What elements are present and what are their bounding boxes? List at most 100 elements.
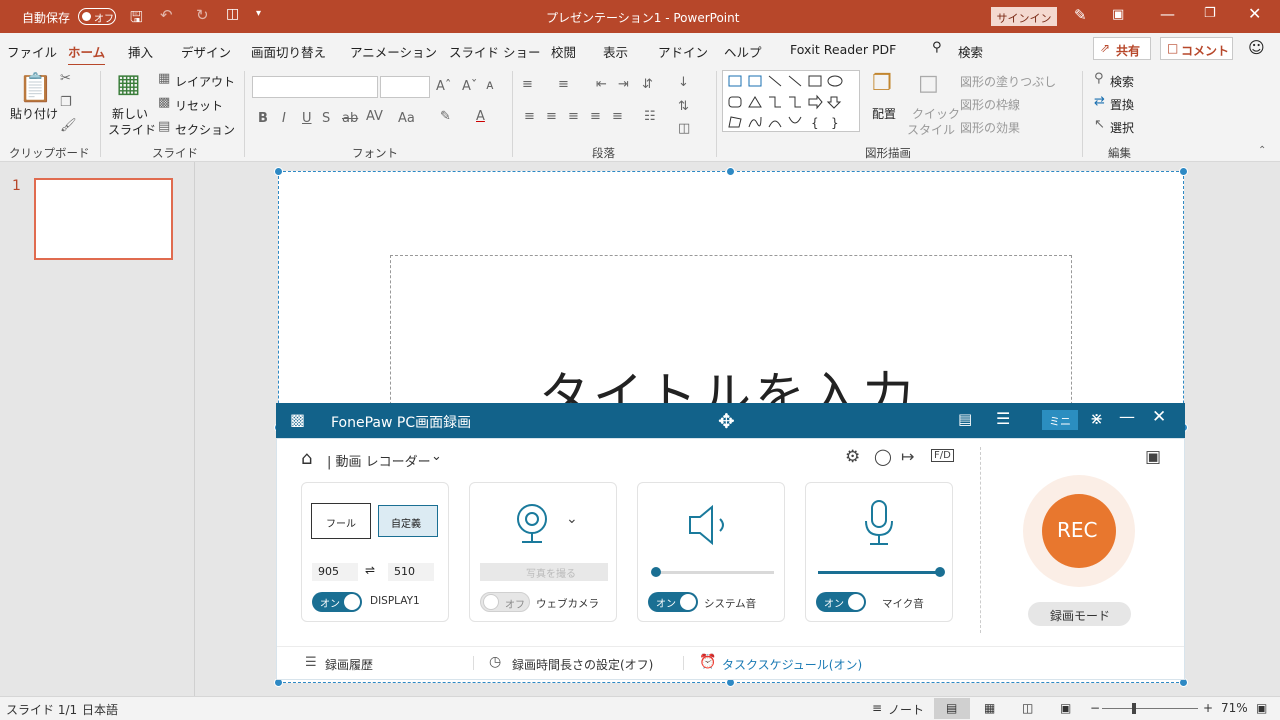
highlight-icon[interactable]: ✎ xyxy=(440,109,451,124)
columns-icon[interactable]: ☷ xyxy=(644,109,656,124)
zoom-level[interactable]: 71% xyxy=(1221,701,1248,715)
redo-icon[interactable]: ↻ xyxy=(196,6,209,24)
resize-handle[interactable] xyxy=(726,167,735,176)
replace-button[interactable]: 置換 xyxy=(1110,96,1134,113)
tab-insert[interactable]: 挿入 xyxy=(128,42,153,61)
search-icon[interactable]: ⚲ xyxy=(932,40,942,55)
photo-button[interactable]: 写真を撮る xyxy=(480,563,608,581)
grow-font-icon[interactable]: Aˆ xyxy=(436,79,451,94)
zoom-out-icon[interactable]: − xyxy=(1090,701,1100,715)
width-input[interactable]: 905 xyxy=(312,563,358,581)
shape-effect-button[interactable]: 図形の効果 xyxy=(960,119,1020,136)
minimize-icon[interactable]: — xyxy=(1160,5,1175,23)
change-case-icon[interactable]: Aa xyxy=(398,111,415,126)
tab-home[interactable]: ホーム xyxy=(68,42,106,67)
system-volume-slider[interactable] xyxy=(650,567,774,577)
shape-outline-button[interactable]: 図形の枠線 xyxy=(960,96,1020,113)
customize-qat-icon[interactable]: ▾ xyxy=(256,8,261,19)
shadow-icon[interactable]: S xyxy=(322,111,330,126)
paste-icon[interactable]: 📋 xyxy=(18,71,53,104)
home-icon[interactable]: ⌂ xyxy=(301,448,312,469)
slide-thumbnail[interactable] xyxy=(34,178,173,260)
find-button[interactable]: 検索 xyxy=(1110,73,1134,90)
ribbon-display-icon[interactable]: ▣ xyxy=(1112,7,1124,22)
comment-button[interactable]: □ コメント xyxy=(1160,37,1233,60)
underline-icon[interactable]: U xyxy=(302,111,312,126)
language[interactable]: 日本語 xyxy=(82,701,118,718)
gear-icon[interactable]: ⚙ xyxy=(845,447,860,467)
mini-button[interactable]: ミニ xyxy=(1042,410,1078,430)
increase-indent-icon[interactable]: ⇥ xyxy=(618,77,629,92)
distribute-icon[interactable]: ≡ xyxy=(612,109,623,124)
format-painter-icon[interactable]: 🖌 xyxy=(60,118,77,133)
mouse-icon[interactable]: ◯ xyxy=(874,447,892,466)
height-input[interactable]: 510 xyxy=(388,563,434,581)
align-center-icon[interactable]: ≡ xyxy=(546,109,557,124)
slider-thumb[interactable] xyxy=(935,567,945,577)
recorder-mode-label[interactable]: | 動画 レコーダー xyxy=(327,451,431,470)
export-icon[interactable]: ↦ xyxy=(901,447,914,466)
display-toggle[interactable]: オン xyxy=(312,592,362,612)
strikethrough-icon[interactable]: ab xyxy=(342,111,358,126)
new-slide-label-2[interactable]: スライド xyxy=(108,121,156,138)
font-name-dropdown[interactable] xyxy=(252,76,378,98)
justify-icon[interactable]: ≡ xyxy=(590,109,601,124)
mic-volume-slider[interactable] xyxy=(818,567,945,577)
arrange-button[interactable]: 配置 xyxy=(872,105,896,122)
paste-button[interactable]: 貼り付け xyxy=(10,105,58,122)
full-button[interactable]: フール xyxy=(311,503,371,539)
schedule-link[interactable]: タスクスケジュール(オン) xyxy=(722,656,862,673)
align-left-icon[interactable]: ≡ xyxy=(524,109,535,124)
pin-icon[interactable]: ⋇ xyxy=(1090,409,1103,428)
shrink-font-icon[interactable]: Aˇ xyxy=(462,79,477,94)
bullets-icon[interactable]: ≡ xyxy=(522,77,533,92)
spacing-icon[interactable]: AV xyxy=(366,109,383,124)
align-right-icon[interactable]: ≡ xyxy=(568,109,579,124)
display-select[interactable]: DISPLAY1 xyxy=(370,595,420,607)
rec-mode-button[interactable]: 録画モード xyxy=(1028,602,1131,626)
custom-button[interactable]: 自定義 xyxy=(378,505,438,537)
copy-icon[interactable]: ❐ xyxy=(60,95,72,110)
smiley-icon[interactable]: ☺ xyxy=(1248,38,1265,57)
pen-icon[interactable]: ✎ xyxy=(1074,6,1087,24)
quick-style-label-1[interactable]: クイック xyxy=(912,105,960,122)
font-color-icon[interactable]: A xyxy=(476,109,485,124)
search-label[interactable]: 検索 xyxy=(958,42,983,61)
smartart-icon[interactable]: ◫ xyxy=(678,121,690,136)
close-icon[interactable]: ✕ xyxy=(1152,407,1166,427)
bold-icon[interactable]: B xyxy=(258,111,268,126)
tab-transitions[interactable]: 画面切り替え xyxy=(251,42,326,61)
tab-review[interactable]: 校閲 xyxy=(551,42,576,61)
link-icon[interactable]: ⇌ xyxy=(365,563,375,577)
chat-icon[interactable]: ▤ xyxy=(958,410,972,428)
undo-icon[interactable]: ↶ xyxy=(160,6,173,24)
quick-style-label-2[interactable]: スタイル xyxy=(907,121,955,138)
notes-button[interactable]: ノート xyxy=(888,701,924,718)
autosave-toggle[interactable]: オフ xyxy=(78,8,116,25)
close-icon[interactable]: ✕ xyxy=(1248,4,1261,23)
numbering-icon[interactable]: ≡ xyxy=(558,77,569,92)
collapse-ribbon-icon[interactable]: ⌃ xyxy=(1258,145,1266,156)
present-icon[interactable]: ◫ xyxy=(226,6,239,22)
slider-thumb[interactable] xyxy=(650,567,661,577)
clear-format-icon[interactable]: ᴀ xyxy=(486,78,494,93)
section-button[interactable]: セクション xyxy=(175,121,235,138)
duration-link[interactable]: 録画時間長さの設定(オフ) xyxy=(512,656,653,673)
history-link[interactable]: 録画履歴 xyxy=(325,656,373,673)
screenshot-icon[interactable]: ▣ xyxy=(1145,447,1161,467)
fonepaw-header[interactable]: ▩ FonePaw PC画面録画 ✥ ▤ ☰ ミニ ⋇ — ✕ xyxy=(276,403,1185,438)
reading-view-icon[interactable]: ◫ xyxy=(1022,701,1033,715)
decrease-indent-icon[interactable]: ⇤ xyxy=(596,77,607,92)
tab-slideshow[interactable]: スライド ショー xyxy=(449,42,540,61)
notes-icon[interactable]: ≡ xyxy=(872,701,882,715)
align-text-icon[interactable]: ⇅ xyxy=(678,99,689,114)
tab-design[interactable]: デザイン xyxy=(181,42,231,61)
new-slide-label-1[interactable]: 新しい xyxy=(112,105,148,122)
text-direction-icon[interactable]: ↓ xyxy=(678,75,689,90)
new-slide-icon[interactable]: ▦ xyxy=(116,69,141,99)
tab-view[interactable]: 表示 xyxy=(603,42,628,61)
shapes-gallery[interactable]: { } xyxy=(722,70,860,132)
zoom-slider[interactable] xyxy=(1102,703,1198,714)
italic-icon[interactable]: I xyxy=(282,111,286,126)
title-placeholder[interactable]: タイトルを入力 xyxy=(390,255,1072,415)
